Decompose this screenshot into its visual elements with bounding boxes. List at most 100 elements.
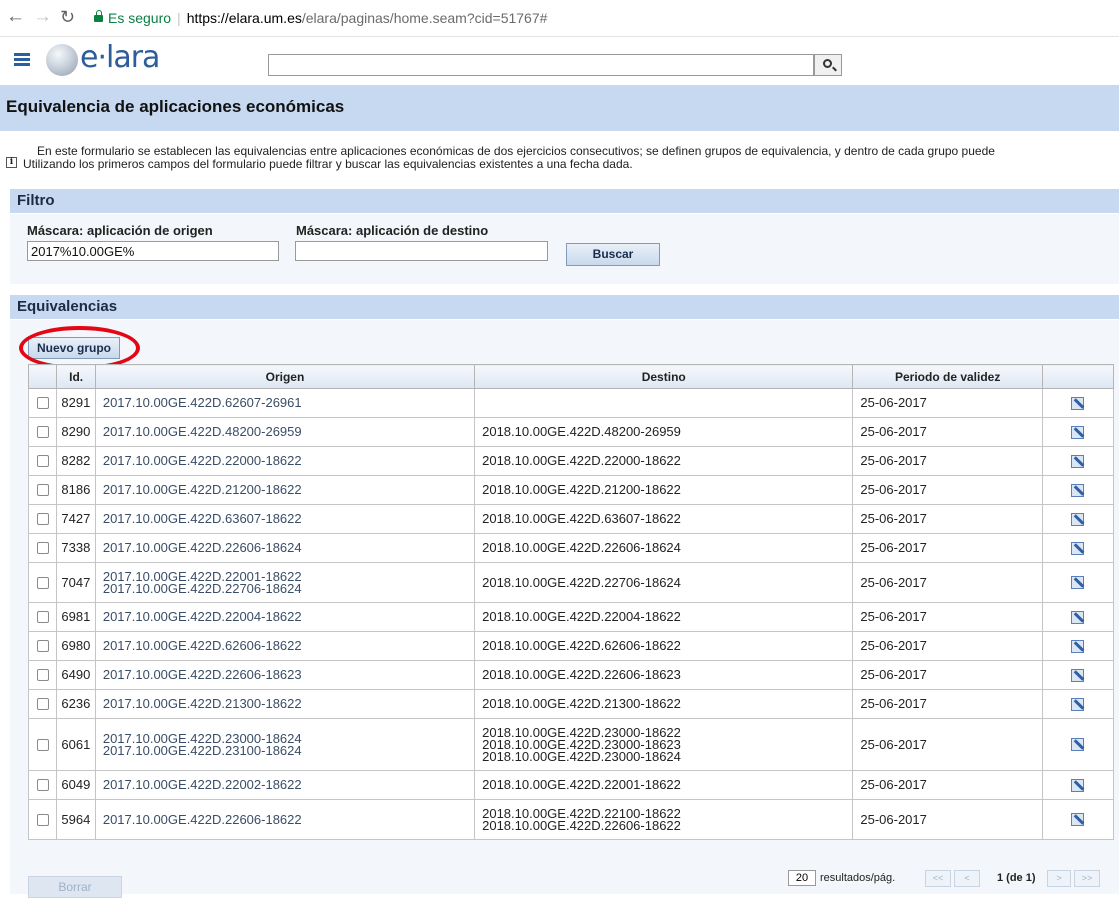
origen-cell[interactable]: 2017.10.00GE.422D.22606-18622 — [94, 799, 476, 840]
row-checkbox[interactable] — [36, 455, 49, 468]
url-host: https://elara.um.es — [186, 10, 302, 26]
origen-code[interactable]: 2017.10.00GE.422D.22606-18624 — [103, 541, 467, 554]
origen-code[interactable]: 2017.10.00GE.422D.23100-18624 — [103, 744, 467, 757]
origen-cell[interactable]: 2017.10.00GE.422D.21300-18622 — [94, 689, 476, 719]
origen-code[interactable]: 2017.10.00GE.422D.21300-18622 — [103, 697, 467, 710]
column-header-destino[interactable]: Destino — [474, 364, 854, 389]
table-row: 8186 2017.10.00GE.422D.21200-18622 2018.10… — [27, 475, 1115, 505]
page-size-input[interactable]: 20 — [788, 870, 816, 886]
origen-code[interactable]: 2017.10.00GE.422D.62607-26961 — [103, 396, 467, 409]
next-page-button[interactable]: > — [1047, 870, 1071, 887]
actions-column-header — [1041, 364, 1115, 389]
destino-mask-input[interactable] — [295, 241, 548, 261]
edit-icon[interactable] — [1071, 668, 1085, 682]
row-checkbox[interactable] — [36, 669, 49, 682]
table-row: 7338 2017.10.00GE.422D.22606-18624 2018.10… — [27, 533, 1115, 563]
prev-page-button[interactable]: < — [954, 870, 980, 887]
column-header-id[interactable]: Id. — [56, 364, 96, 389]
row-checkbox[interactable] — [36, 576, 49, 589]
origen-cell[interactable]: 2017.10.00GE.422D.63607-18622 — [94, 504, 476, 534]
origen-mask-input[interactable] — [27, 241, 279, 261]
row-checkbox[interactable] — [36, 513, 49, 526]
origen-code[interactable]: 2017.10.00GE.422D.22606-18622 — [103, 813, 467, 826]
origen-cell[interactable]: 2017.10.00GE.422D.22004-18622 — [94, 602, 476, 632]
origen-cell[interactable]: 2017.10.00GE.422D.22002-18622 — [94, 770, 476, 800]
elara-logo[interactable]: e·lara — [46, 40, 181, 80]
destino-code: 2018.10.00GE.422D.23000-18624 — [482, 748, 681, 764]
first-page-button[interactable]: << — [925, 870, 951, 887]
address-bar[interactable]: Es seguro | https://elara.um.es/elara/pagi… — [86, 5, 1116, 31]
last-page-button[interactable]: >> — [1074, 870, 1100, 887]
origen-code[interactable]: 2017.10.00GE.422D.22706-18624 — [103, 582, 467, 595]
origen-cell[interactable]: 2017.10.00GE.422D.22000-18622 — [94, 446, 476, 476]
borrar-button[interactable]: Borrar — [28, 876, 122, 898]
row-checkbox[interactable] — [36, 779, 49, 792]
origen-cell[interactable]: 2017.10.00GE.422D.62607-26961 — [94, 388, 476, 418]
edit-icon[interactable] — [1071, 396, 1085, 410]
row-checkbox[interactable] — [36, 698, 49, 711]
origen-cell[interactable]: 2017.10.00GE.422D.21200-18622 — [94, 475, 476, 505]
row-checkbox[interactable] — [36, 542, 49, 555]
origen-code[interactable]: 2017.10.00GE.422D.21200-18622 — [103, 483, 467, 496]
buscar-button[interactable]: Buscar — [566, 243, 660, 266]
destino-code: 2018.10.00GE.422D.22001-18622 — [482, 777, 681, 792]
origen-code[interactable]: 2017.10.00GE.422D.63607-18622 — [103, 512, 467, 525]
row-checkbox[interactable] — [36, 397, 49, 410]
row-checkbox[interactable] — [36, 640, 49, 653]
edit-icon[interactable] — [1071, 610, 1085, 624]
origen-cell[interactable]: 2017.10.00GE.422D.48200-26959 — [94, 417, 476, 447]
row-checkbox[interactable] — [36, 484, 49, 497]
edit-icon[interactable] — [1071, 639, 1085, 653]
origen-cell[interactable]: 2017.10.00GE.422D.22606-18624 — [94, 533, 476, 563]
origen-cell[interactable]: 2017.10.00GE.422D.62606-18622 — [94, 631, 476, 661]
back-arrow-icon[interactable]: ← — [6, 6, 25, 28]
origen-code[interactable]: 2017.10.00GE.422D.22002-18622 — [103, 778, 467, 791]
edit-icon[interactable] — [1071, 778, 1085, 792]
origen-code[interactable]: 2017.10.00GE.422D.48200-26959 — [103, 425, 467, 438]
forward-arrow-icon[interactable]: → — [33, 6, 52, 28]
row-checkbox[interactable] — [36, 738, 49, 751]
id-cell: 7427 — [56, 504, 96, 534]
search-button[interactable] — [814, 54, 842, 76]
select-cell — [27, 718, 58, 771]
origen-cell[interactable]: 2017.10.00GE.422D.22001-18622 2017.10.00G… — [94, 562, 476, 603]
globe-icon — [46, 44, 78, 76]
table-row: 8282 2017.10.00GE.422D.22000-18622 2018.10… — [27, 446, 1115, 476]
destino-code: 2018.10.00GE.422D.22606-18623 — [482, 667, 681, 682]
app-header: e·lara — [0, 37, 1119, 85]
edit-icon[interactable] — [1071, 425, 1085, 439]
origen-code[interactable]: 2017.10.00GE.422D.22000-18622 — [103, 454, 467, 467]
edit-icon[interactable] — [1071, 813, 1085, 827]
browser-toolbar: ← → ↻ Es seguro | https://elara.um.es/elar… — [0, 0, 1119, 37]
equivalencias-panel-header: Equivalencias — [10, 295, 1119, 319]
row-checkbox[interactable] — [36, 813, 49, 826]
row-checkbox[interactable] — [36, 611, 49, 624]
select-cell — [27, 770, 58, 800]
table-row: 7427 2017.10.00GE.422D.63607-18622 2018.10… — [27, 504, 1115, 534]
id-cell: 6236 — [56, 689, 96, 719]
periodo-cell: 25-06-2017 — [852, 475, 1043, 505]
edit-icon[interactable] — [1071, 454, 1085, 468]
reload-icon[interactable]: ↻ — [60, 6, 75, 28]
row-checkbox[interactable] — [36, 426, 49, 439]
edit-icon[interactable] — [1071, 738, 1085, 752]
column-header-origen[interactable]: Origen — [94, 364, 476, 389]
edit-icon[interactable] — [1071, 483, 1085, 497]
periodo-cell: 25-06-2017 — [852, 504, 1043, 534]
global-search-input[interactable] — [268, 54, 814, 76]
column-header-periodo[interactable]: Periodo de validez — [852, 364, 1043, 389]
origen-code[interactable]: 2017.10.00GE.422D.62606-18622 — [103, 639, 467, 652]
origen-code[interactable]: 2017.10.00GE.422D.22606-18623 — [103, 668, 467, 681]
hamburger-menu-icon[interactable] — [14, 53, 30, 66]
id-cell: 8291 — [56, 388, 96, 418]
destino-code: 2018.10.00GE.422D.48200-26959 — [482, 424, 681, 439]
origen-code[interactable]: 2017.10.00GE.422D.22004-18622 — [103, 610, 467, 623]
origen-cell[interactable]: 2017.10.00GE.422D.22606-18623 — [94, 660, 476, 690]
edit-icon[interactable] — [1071, 541, 1085, 555]
id-cell: 6981 — [56, 602, 96, 632]
page-title-bar: Equivalencia de aplicaciones económicas — [0, 85, 1119, 131]
origen-cell[interactable]: 2017.10.00GE.422D.23000-18624 2017.10.00G… — [94, 718, 476, 771]
edit-icon[interactable] — [1071, 576, 1085, 590]
edit-icon[interactable] — [1071, 512, 1085, 526]
edit-icon[interactable] — [1071, 697, 1085, 711]
